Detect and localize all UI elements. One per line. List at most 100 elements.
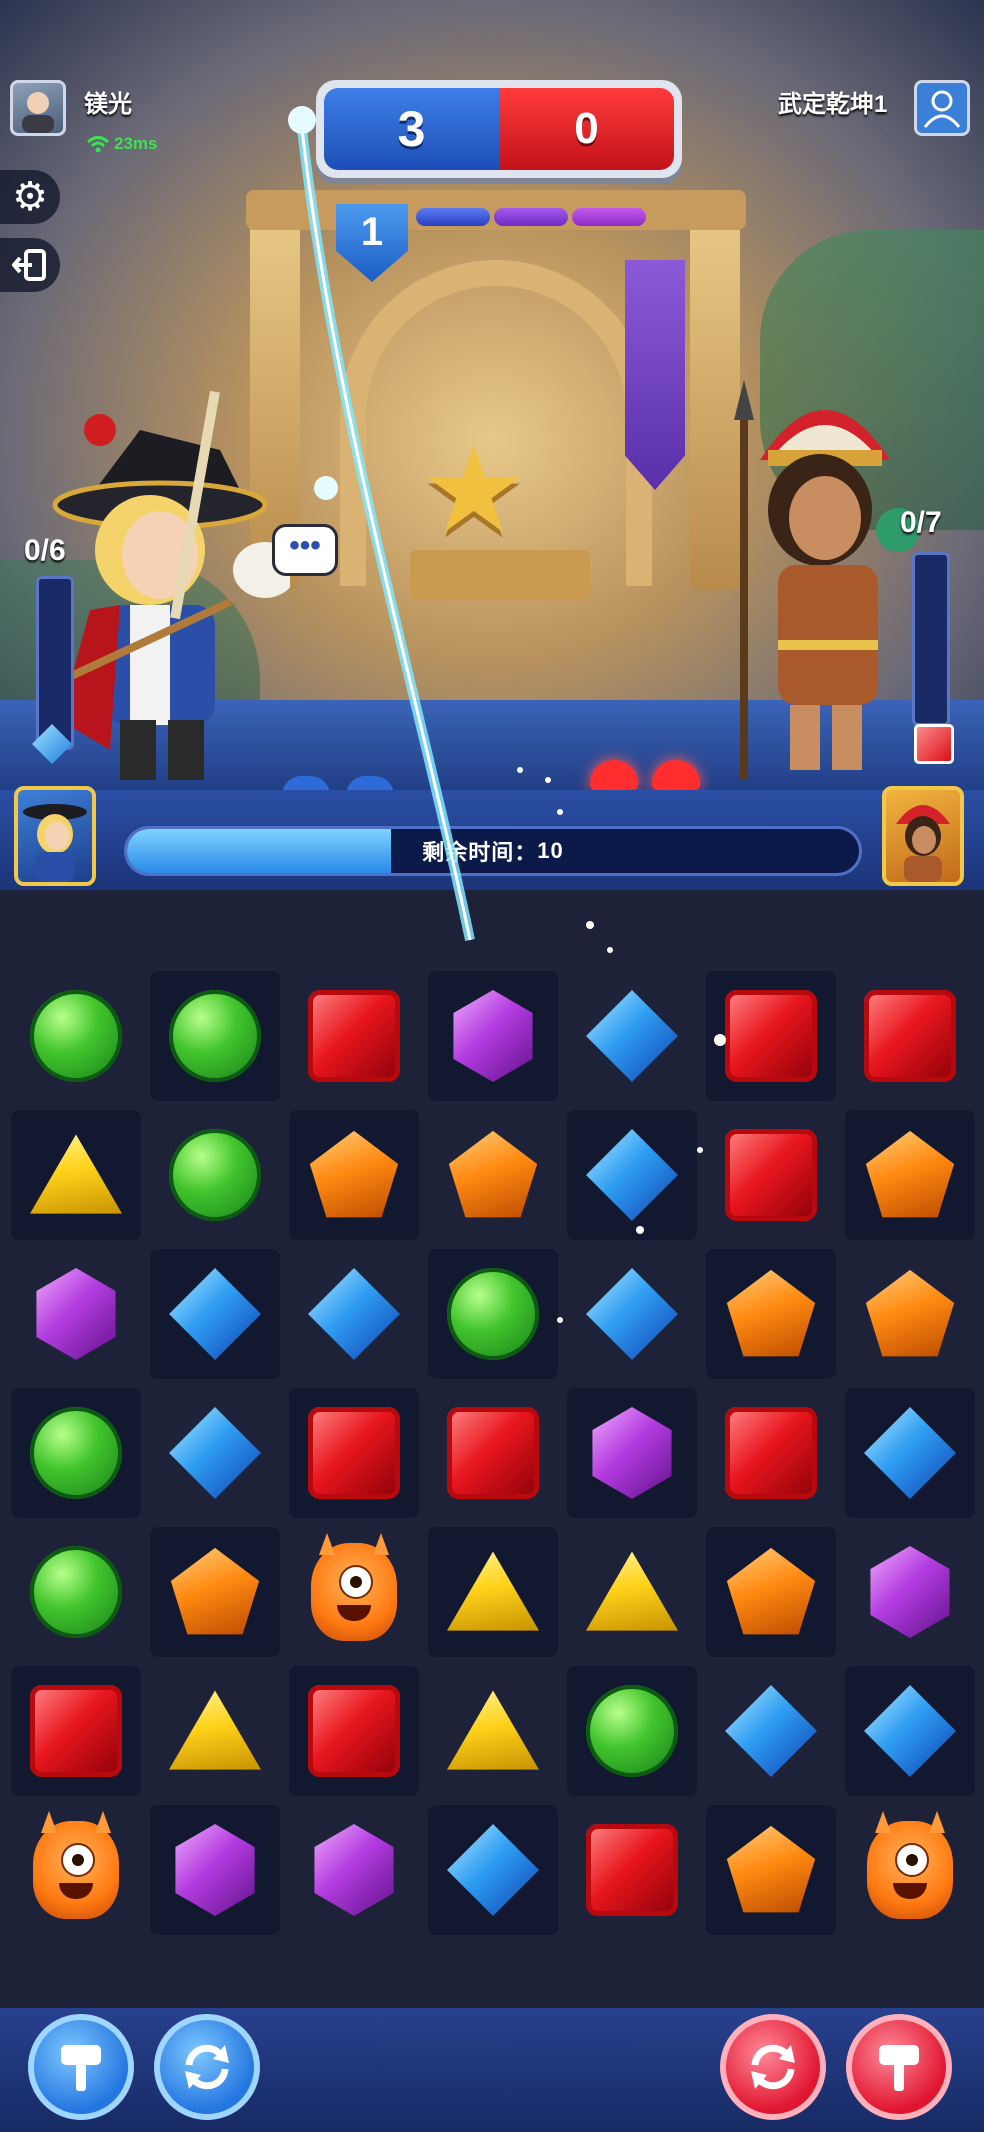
right-gauge-label: 0/7 xyxy=(900,506,942,539)
yellow-gem-icon xyxy=(30,1134,122,1214)
board-cell[interactable] xyxy=(150,1110,280,1240)
purple-gem-icon xyxy=(870,1546,950,1638)
hammer-button-right[interactable] xyxy=(846,2014,952,2120)
board-cell[interactable] xyxy=(567,971,697,1101)
orange-gem-icon xyxy=(865,1130,955,1218)
board-cell[interactable] xyxy=(11,1388,141,1518)
board-cell[interactable] xyxy=(567,1249,697,1379)
board-cell[interactable] xyxy=(845,971,975,1101)
board-cell[interactable] xyxy=(428,1388,558,1518)
red-gem-icon xyxy=(447,1407,539,1499)
purple-gem-icon xyxy=(175,1824,255,1916)
board-cell[interactable] xyxy=(289,1527,419,1657)
board-cell[interactable] xyxy=(845,1249,975,1379)
board-cell[interactable] xyxy=(289,1249,419,1379)
player-avatar[interactable] xyxy=(10,80,66,136)
yellow-gem-icon xyxy=(447,1690,539,1770)
board-cell[interactable] xyxy=(706,1666,836,1796)
wifi-icon xyxy=(86,136,110,153)
shuffle-button-left[interactable] xyxy=(154,2014,260,2120)
board-cell[interactable] xyxy=(567,1110,697,1240)
board-cell[interactable] xyxy=(289,1388,419,1518)
board-cell[interactable] xyxy=(289,1666,419,1796)
board-cell[interactable] xyxy=(289,1110,419,1240)
board-cell[interactable] xyxy=(11,1805,141,1935)
orange-gem-icon xyxy=(309,1130,399,1218)
gem-board xyxy=(0,890,984,2010)
shuffle-button-right[interactable] xyxy=(720,2014,826,2120)
board-cell[interactable] xyxy=(845,1527,975,1657)
opponent-avatar[interactable] xyxy=(914,80,970,136)
settings-button[interactable]: ⚙ xyxy=(0,170,60,224)
board-cell[interactable] xyxy=(150,1249,280,1379)
powerup-bar xyxy=(0,2008,984,2132)
board-cell[interactable] xyxy=(289,971,419,1101)
board-cell[interactable] xyxy=(428,1249,558,1379)
board-cell[interactable] xyxy=(845,1805,975,1935)
timer-value: 10 xyxy=(537,838,564,863)
banner xyxy=(625,260,685,490)
blue-gem-icon xyxy=(169,1268,261,1360)
board-cell[interactable] xyxy=(428,1527,558,1657)
board-cell[interactable] xyxy=(150,1805,280,1935)
orange-gem-icon xyxy=(726,1269,816,1357)
board-cell[interactable] xyxy=(845,1666,975,1796)
board-cell[interactable] xyxy=(706,1805,836,1935)
tribal-portrait-icon xyxy=(896,805,950,882)
board-cell[interactable] xyxy=(11,971,141,1101)
orange-gem-icon xyxy=(448,1130,538,1218)
board-cell[interactable] xyxy=(150,1666,280,1796)
hammer-icon xyxy=(879,2045,919,2091)
chat-bubble[interactable]: ••• xyxy=(272,524,338,576)
green-gem-icon xyxy=(30,1546,122,1638)
board-cell[interactable] xyxy=(706,1110,836,1240)
exit-button[interactable] xyxy=(0,238,60,292)
board-cell[interactable] xyxy=(428,1805,558,1935)
board-cell[interactable] xyxy=(11,1249,141,1379)
blue-gem-icon xyxy=(586,1268,678,1360)
board-cell[interactable] xyxy=(428,971,558,1101)
board-cell[interactable] xyxy=(289,1805,419,1935)
board-cell[interactable] xyxy=(706,1388,836,1518)
board-cell[interactable] xyxy=(428,1666,558,1796)
green-gem-icon xyxy=(586,1685,678,1777)
board-cell[interactable] xyxy=(706,971,836,1101)
board-cell[interactable] xyxy=(567,1666,697,1796)
monster-icon xyxy=(33,1811,119,1919)
board-cell[interactable] xyxy=(11,1110,141,1240)
board-cell[interactable] xyxy=(11,1666,141,1796)
board-cell[interactable] xyxy=(150,971,280,1101)
board-cell[interactable] xyxy=(150,1388,280,1518)
board-cell[interactable] xyxy=(567,1388,697,1518)
round-pip xyxy=(416,208,490,226)
orange-gem-icon xyxy=(865,1269,955,1357)
board-cell[interactable] xyxy=(845,1388,975,1518)
hammer-button-left[interactable] xyxy=(28,2014,134,2120)
board-cell[interactable] xyxy=(706,1527,836,1657)
board-cell[interactable] xyxy=(845,1110,975,1240)
green-gem-icon xyxy=(447,1268,539,1360)
orange-gem-icon xyxy=(170,1547,260,1635)
board-cell[interactable] xyxy=(567,1527,697,1657)
blue-gem-icon xyxy=(308,1268,400,1360)
player-hero-card[interactable] xyxy=(14,786,96,886)
board-cell[interactable] xyxy=(150,1527,280,1657)
red-gem-icon xyxy=(914,724,954,764)
opponent-hero-card[interactable] xyxy=(882,786,964,886)
shuffle-icon xyxy=(751,2044,795,2090)
ping-value: 23ms xyxy=(114,134,158,153)
right-charge-gauge xyxy=(912,552,950,726)
round-pip xyxy=(494,208,568,226)
board-cell[interactable] xyxy=(428,1110,558,1240)
green-gem-icon xyxy=(169,1129,261,1221)
board-cell[interactable] xyxy=(11,1527,141,1657)
purple-gem-icon xyxy=(453,990,533,1082)
player-name: 镁光 xyxy=(84,91,132,118)
gear-icon: ⚙ xyxy=(12,175,48,219)
timer-bar: 剩余时间： 10 xyxy=(124,826,862,876)
board-cell[interactable] xyxy=(567,1805,697,1935)
yellow-gem-icon xyxy=(586,1551,678,1631)
person-photo-icon xyxy=(22,92,54,133)
yellow-gem-icon xyxy=(169,1690,261,1770)
board-cell[interactable] xyxy=(706,1249,836,1379)
